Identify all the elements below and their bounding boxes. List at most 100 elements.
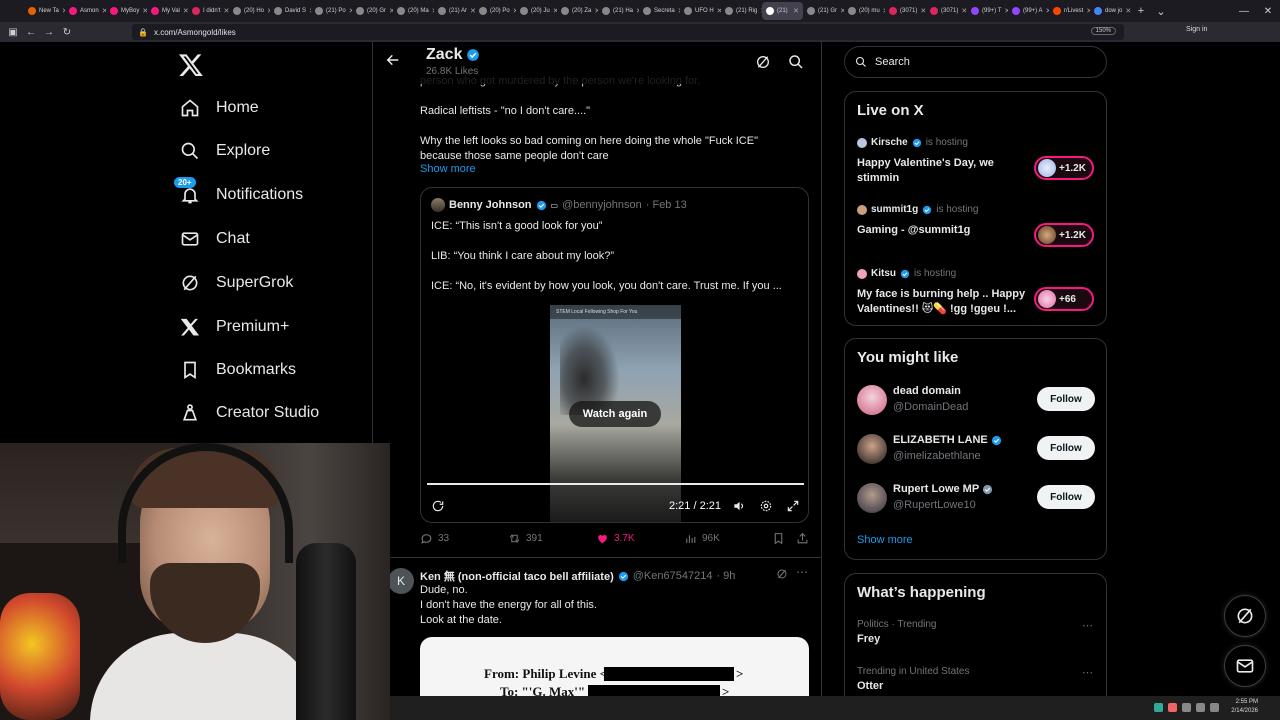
- trend-name[interactable]: Otter: [857, 680, 883, 692]
- settings-gear-icon[interactable]: [759, 499, 773, 513]
- network-icon[interactable]: [1210, 703, 1219, 712]
- nav-premium[interactable]: Premium+: [180, 314, 289, 340]
- browser-tab[interactable]: (21) Ha ✕: [598, 2, 639, 20]
- browser-tab[interactable]: (20) Ho ✕: [229, 2, 270, 20]
- browser-tab[interactable]: (21) Ar ✕: [434, 2, 475, 20]
- browser-tab[interactable]: (99+) A ✕: [1008, 2, 1049, 20]
- live-stream-title[interactable]: My face is burning help .. Happy Valenti…: [857, 287, 1032, 317]
- minimize-icon[interactable]: —: [1232, 0, 1256, 22]
- live-host[interactable]: Kirsche is hosting: [857, 137, 968, 148]
- sign-in-button[interactable]: Sign in: [1186, 26, 1207, 33]
- share-icon[interactable]: [796, 532, 809, 545]
- reply-author-name[interactable]: Ken 無 (non-official taco bell affiliate): [420, 568, 614, 584]
- avatar[interactable]: [431, 198, 445, 212]
- tray-app-icon[interactable]: [1182, 703, 1191, 712]
- volume-icon[interactable]: [1196, 703, 1205, 712]
- sidebar-toggle-icon[interactable]: ▣: [4, 27, 22, 38]
- quote-author-name[interactable]: Benny Johnson: [449, 199, 532, 211]
- quote-author-handle[interactable]: @bennyjohnson: [562, 199, 642, 211]
- browser-tab[interactable]: (3071) ✕: [885, 2, 926, 20]
- list-item[interactable]: ELIZABETH LANE @imelizabethlane Follow: [857, 432, 1097, 466]
- follow-button[interactable]: Follow: [1037, 485, 1095, 509]
- chevron-down-icon[interactable]: ⌄: [1151, 5, 1171, 18]
- zoom-level[interactable]: 150%: [1090, 27, 1116, 35]
- live-stream-title[interactable]: Happy Valentine's Day, we stimmin: [857, 156, 1032, 186]
- live-host[interactable]: Kitsu is hosting: [857, 268, 956, 279]
- nav-supergrok[interactable]: SuperGrok: [180, 270, 293, 296]
- forward-icon[interactable]: →: [40, 27, 58, 38]
- browser-tab[interactable]: Asmon ✕: [65, 2, 106, 20]
- tray-app-icon[interactable]: [1154, 703, 1163, 712]
- messages-fab-button[interactable]: [1224, 645, 1266, 687]
- show-more-link[interactable]: Show more: [420, 163, 476, 175]
- live-listeners-pill[interactable]: +66: [1034, 287, 1094, 311]
- views-button[interactable]: 96K: [684, 532, 720, 545]
- video-progress-bar[interactable]: [427, 483, 804, 485]
- browser-tab[interactable]: I didn't ✕: [188, 2, 229, 20]
- replay-icon[interactable]: [431, 499, 445, 513]
- browser-tab[interactable]: (20) Za ✕: [557, 2, 598, 20]
- volume-icon[interactable]: [732, 499, 746, 513]
- grok-icon[interactable]: [776, 568, 788, 580]
- browser-tab[interactable]: MyBoy ✕: [106, 2, 147, 20]
- x-logo-icon[interactable]: [178, 52, 204, 78]
- search-input[interactable]: Search: [844, 46, 1107, 78]
- more-options-icon[interactable]: ⋯: [1082, 619, 1093, 632]
- watch-again-button[interactable]: Watch again: [569, 401, 661, 427]
- more-options-icon[interactable]: ⋯: [1082, 666, 1093, 679]
- browser-tab[interactable]: r/Livest ✕: [1049, 2, 1090, 20]
- follow-button[interactable]: Follow: [1037, 436, 1095, 460]
- list-item[interactable]: dead domain @DomainDead Follow: [857, 383, 1097, 417]
- browser-tab[interactable]: (99+) T ✕: [967, 2, 1008, 20]
- back-arrow-icon[interactable]: [385, 52, 401, 68]
- avatar[interactable]: K: [388, 568, 414, 594]
- show-more-link[interactable]: Show more: [857, 534, 913, 546]
- browser-tab[interactable]: (21) Gr ✕: [803, 2, 844, 20]
- live-stream-title[interactable]: Gaming - @summit1g: [857, 223, 1032, 238]
- browser-tab[interactable]: (20) mu✕: [844, 2, 885, 20]
- document-image[interactable]: From: Philip Levine < > To: "'G. Max'" <…: [420, 637, 809, 697]
- avatar[interactable]: [857, 483, 887, 513]
- close-window-icon[interactable]: ✕: [1256, 0, 1280, 22]
- like-button[interactable]: 3.7K: [596, 532, 635, 545]
- url-bar[interactable]: 🔒 x.com/Asmongold/likes 150%: [132, 24, 1124, 40]
- repost-button[interactable]: 391: [508, 532, 543, 545]
- taskbar-clock[interactable]: 2:55 PM 2/14/2026: [1231, 698, 1258, 716]
- browser-tab[interactable]: (20) Po ✕: [475, 2, 516, 20]
- fullscreen-icon[interactable]: [786, 499, 800, 513]
- avatar[interactable]: [857, 434, 887, 464]
- nav-notifications[interactable]: 20+ Notifications: [174, 177, 303, 208]
- live-listeners-pill[interactable]: +1.2K: [1034, 156, 1094, 180]
- nav-explore[interactable]: Explore: [180, 138, 270, 164]
- bookmark-icon[interactable]: [772, 532, 785, 545]
- browser-tab[interactable]: My Val ✕: [147, 2, 188, 20]
- browser-tab[interactable]: (21) Rig✕: [721, 2, 762, 20]
- more-options-icon[interactable]: ⋯: [796, 565, 808, 579]
- browser-tab[interactable]: (3071) ✕: [926, 2, 967, 20]
- search-icon[interactable]: [788, 54, 804, 70]
- reply-author-handle[interactable]: @Ken67547214: [633, 570, 713, 582]
- browser-tab[interactable]: (20) Gr ✕: [352, 2, 393, 20]
- reload-icon[interactable]: ↻: [58, 27, 76, 38]
- live-listeners-pill[interactable]: +1.2K: [1034, 223, 1094, 247]
- nav-bookmarks[interactable]: Bookmarks: [180, 357, 296, 383]
- browser-tab[interactable]: (21) Po ✕: [311, 2, 352, 20]
- nav-home[interactable]: Home: [180, 95, 259, 121]
- trend-name[interactable]: Frey: [857, 633, 880, 645]
- follow-button[interactable]: Follow: [1037, 387, 1095, 411]
- list-item[interactable]: Rupert Lowe MP @RupertLowe10 Follow: [857, 481, 1097, 515]
- browser-tab[interactable]: Secreta✕: [639, 2, 680, 20]
- nav-creator-studio[interactable]: Creator Studio: [180, 400, 319, 426]
- grok-fab-button[interactable]: [1224, 595, 1266, 637]
- tray-app-icon[interactable]: [1168, 703, 1177, 712]
- reply-button[interactable]: 33: [420, 532, 449, 545]
- quoted-post[interactable]: Benny Johnson ▭ @bennyjohnson · Feb 13 I…: [420, 187, 809, 523]
- back-icon[interactable]: ←: [22, 27, 40, 38]
- browser-tab[interactable]: (20) Ma✕: [393, 2, 434, 20]
- grok-icon[interactable]: [755, 54, 771, 70]
- browser-tab[interactable]: David S✕: [270, 2, 311, 20]
- avatar[interactable]: [857, 385, 887, 415]
- browser-tab[interactable]: dow jo ✕: [1090, 2, 1131, 20]
- new-tab-icon[interactable]: +: [1131, 5, 1151, 17]
- tab-close-icon[interactable]: ✕: [793, 7, 799, 15]
